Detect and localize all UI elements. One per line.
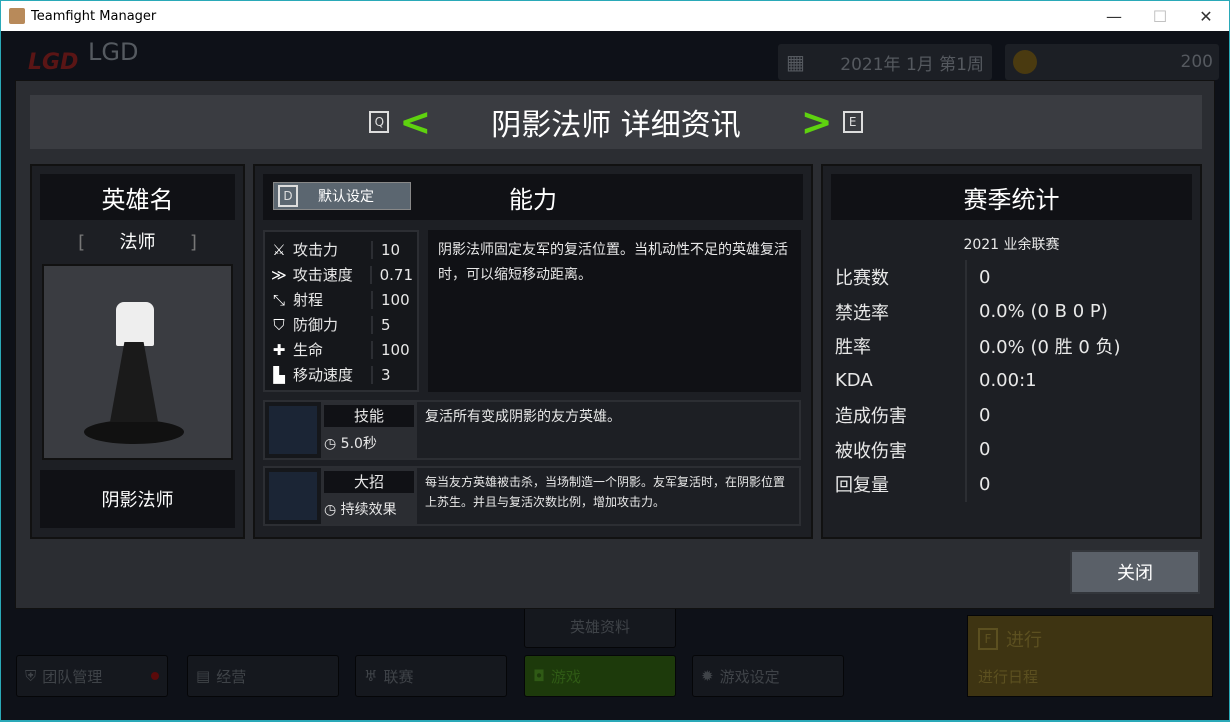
maximize-button[interactable]: ☐: [1137, 1, 1183, 31]
range-icon: ⤡: [272, 290, 285, 309]
stat-label: 移动速度: [293, 366, 354, 384]
season-stat-value: 0: [965, 432, 990, 467]
app-icon: [9, 8, 25, 24]
season-stats-panel: 赛季统计 2021 业余联赛 比赛数 0 禁选率 0.0% (0 B 0 P) 胜率 0.…: [821, 164, 1202, 539]
nav-game[interactable]: ◘ 游戏: [524, 655, 676, 697]
stat-value: 0.71: [369, 265, 413, 284]
team-logo: LGD: [28, 50, 79, 75]
skill-row: 技能 ◷ 5.0秒 复活所有变成阴影的友方英雄。: [263, 400, 801, 460]
season-stat-value: 0: [965, 467, 990, 502]
previous-hero-button[interactable]: <: [399, 100, 431, 144]
default-settings-button[interactable]: D 默认设定: [273, 182, 411, 210]
modal-header: Q < 阴影法师 详细资讯 > E: [30, 95, 1202, 149]
coin-icon: [1013, 50, 1037, 74]
key-e-icon: E: [842, 111, 863, 133]
stat-row: ⛉ 防御力 5: [269, 312, 413, 337]
stat-label: 射程: [293, 291, 324, 309]
stat-value: 10: [371, 240, 400, 259]
ultimate-icon: [269, 472, 317, 520]
season-stat-label: 禁选率: [835, 302, 889, 324]
next-hero-button[interactable]: >: [801, 100, 833, 144]
season-stat-label: 回复量: [835, 475, 889, 497]
season-stat-value: 0: [965, 398, 990, 433]
season-stat-value: 0.0% (0 胜 0 负): [965, 329, 1121, 364]
season-stat-row: 比赛数 0: [835, 260, 1200, 295]
hero-data-button[interactable]: 英雄资料: [524, 604, 676, 648]
season-stat-row: 禁选率 0.0% (0 B 0 P): [835, 294, 1200, 329]
ability-panel: D 默认设定 能力 ⚔ 攻击力 10 ≫ 攻击速度 0.71 ⤡ 射程 100 ⛉ 防御力 5 ✚ 生命 1…: [253, 164, 813, 539]
season-stat-value: 0: [965, 260, 990, 295]
stat-label: 攻击速度: [292, 266, 353, 284]
hero-description: 阴影法师固定友军的复活位置。当机动性不足的英雄复活时，可以缩短移动距离。: [428, 230, 801, 392]
shield-icon: ⛨: [25, 667, 37, 685]
close-button[interactable]: 关闭: [1070, 550, 1200, 594]
stats-table: ⚔ 攻击力 10 ≫ 攻击速度 0.71 ⤡ 射程 100 ⛉ 防御力 5 ✚ 生命 100 ▙ 移动速度 3: [263, 230, 419, 392]
season-header: 赛季统计: [831, 174, 1192, 220]
stat-value: 5: [371, 315, 391, 334]
season-stat-label: KDA: [835, 370, 873, 392]
clock-icon: ◷: [324, 502, 337, 518]
season-stat-value: 0.00:1: [965, 363, 1037, 398]
stat-row: ✚ 生命 100: [269, 337, 413, 362]
money-display: 200: [1005, 44, 1219, 80]
stat-row: ≫ 攻击速度 0.71: [269, 262, 413, 287]
nav-game-settings[interactable]: ✹ 游戏设定: [692, 655, 844, 697]
season-stat-value: 0.0% (0 B 0 P): [965, 294, 1108, 329]
document-icon: ▤: [196, 667, 211, 685]
ability-header: D 默认设定 能力: [263, 174, 803, 220]
stat-row: ⤡ 射程 100: [269, 287, 413, 312]
health-cross-icon: ✚: [272, 340, 286, 359]
team-name: LGD: [88, 38, 139, 66]
trophy-icon: ♅: [364, 667, 378, 685]
hero-portrait: [42, 264, 233, 460]
minimize-button[interactable]: —: [1091, 1, 1137, 31]
key-f-icon: F: [978, 628, 998, 650]
season-stat-row: 回复量 0: [835, 467, 1200, 502]
hero-class: [ 法师 ]: [78, 232, 197, 253]
nav-league[interactable]: ♅ 联赛: [355, 655, 507, 697]
skill-icon: [269, 406, 317, 454]
season-stat-label: 造成伤害: [835, 406, 907, 428]
season-stat-row: 造成伤害 0: [835, 398, 1200, 433]
stat-label: 防御力: [293, 316, 339, 334]
close-window-button[interactable]: ✕: [1183, 1, 1229, 31]
stat-value: 100: [371, 340, 410, 359]
stat-value: 3: [371, 365, 391, 384]
key-q-icon: Q: [369, 111, 390, 133]
key-d-icon: D: [278, 185, 298, 207]
season-stat-row: 被收伤害 0: [835, 432, 1200, 467]
hero-panel: 英雄名 [ 法师 ] 阴影法师: [30, 164, 245, 539]
nav-operations[interactable]: ▤ 经营: [187, 655, 339, 697]
gamepad-icon: ◘: [533, 667, 545, 685]
hero-detail-modal: Q < 阴影法师 详细资讯 > E 英雄名 [ 法师 ] 阴影法师 D 默认设定…: [15, 80, 1215, 609]
shield-icon: ⛉: [273, 315, 285, 334]
hero-header: 英雄名: [40, 174, 235, 220]
league-name: 2021 业余联赛: [963, 237, 1060, 253]
window-title: Teamfight Manager: [31, 8, 157, 24]
window-titlebar: Teamfight Manager — ☐ ✕: [0, 0, 1230, 31]
date-display: ▦ 2021年 1月 第1周: [778, 44, 992, 80]
boot-icon: ▙: [273, 365, 285, 384]
sword-icon: ⚔: [272, 240, 286, 259]
season-stat-label: 被收伤害: [835, 440, 907, 462]
stat-label: 生命: [293, 341, 324, 359]
season-stat-label: 比赛数: [835, 268, 889, 290]
stat-row: ▙ 移动速度 3: [269, 362, 413, 387]
attack-speed-icon: ≫: [271, 265, 287, 284]
stat-label: 攻击力: [293, 241, 339, 259]
hero-name: 阴影法师: [40, 470, 235, 528]
gear-icon: ✹: [701, 667, 714, 685]
season-stat-row: KDA 0.00:1: [835, 363, 1200, 398]
stat-value: 100: [371, 290, 410, 309]
season-stat-label: 胜率: [835, 337, 871, 359]
proceed-button[interactable]: F 进行 进行日程: [967, 615, 1213, 697]
nav-team-management[interactable]: ⛨ 团队管理: [16, 655, 168, 697]
calendar-icon: ▦: [786, 50, 805, 74]
stat-row: ⚔ 攻击力 10: [269, 237, 413, 262]
season-stat-row: 胜率 0.0% (0 胜 0 负): [835, 329, 1200, 364]
modal-title: 阴影法师 详细资讯: [491, 108, 741, 143]
notification-dot: [151, 672, 159, 680]
clock-icon: ◷: [324, 436, 337, 452]
ultimate-row: 大招 ◷ 持续效果 每当友方英雄被击杀，当场制造一个阴影。友军复活时，在阴影位置…: [263, 466, 801, 526]
